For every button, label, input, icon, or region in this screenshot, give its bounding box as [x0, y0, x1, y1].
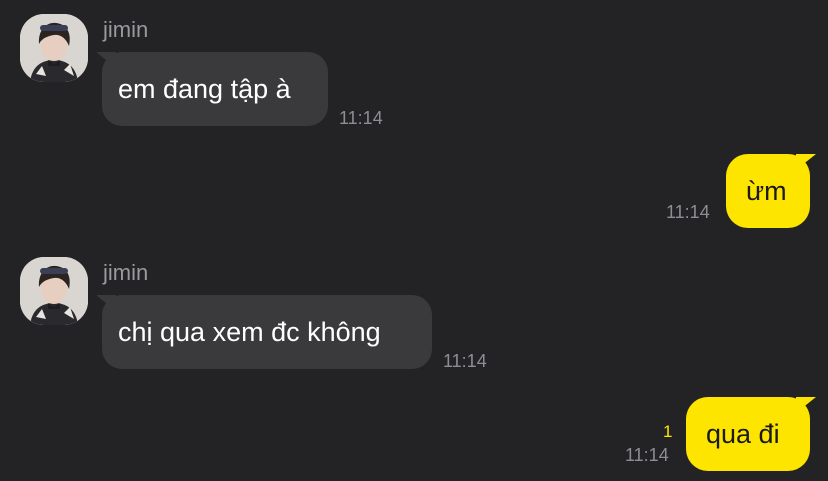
message-timestamp: 11:14 [625, 445, 669, 465]
message-timestamp: 11:14 [666, 202, 710, 222]
message-text: ừm [746, 176, 787, 206]
message-text: em đang tập à [118, 74, 291, 104]
incoming-message-bubble[interactable]: chị qua xem đc không [102, 295, 432, 369]
avatar-photo-icon [20, 14, 88, 82]
outgoing-message-bubble[interactable]: ừm [726, 154, 810, 228]
message-timestamp: 11:14 [443, 351, 487, 371]
incoming-message-bubble[interactable]: em đang tập à [102, 52, 328, 126]
sender-avatar[interactable] [20, 14, 88, 82]
chat-message-list: jimin em đang tập à 11:14 11:14 ừm jimin… [0, 0, 828, 481]
sender-name: jimin [103, 17, 149, 42]
unread-count: 1 [663, 422, 673, 441]
message-timestamp: 11:14 [339, 108, 383, 128]
sender-avatar[interactable] [20, 257, 88, 325]
outgoing-message-bubble[interactable]: qua đi [686, 397, 810, 471]
sender-name: jimin [103, 260, 149, 285]
message-text: qua đi [706, 419, 780, 449]
avatar-photo-icon [20, 257, 88, 325]
message-text: chị qua xem đc không [118, 317, 381, 347]
